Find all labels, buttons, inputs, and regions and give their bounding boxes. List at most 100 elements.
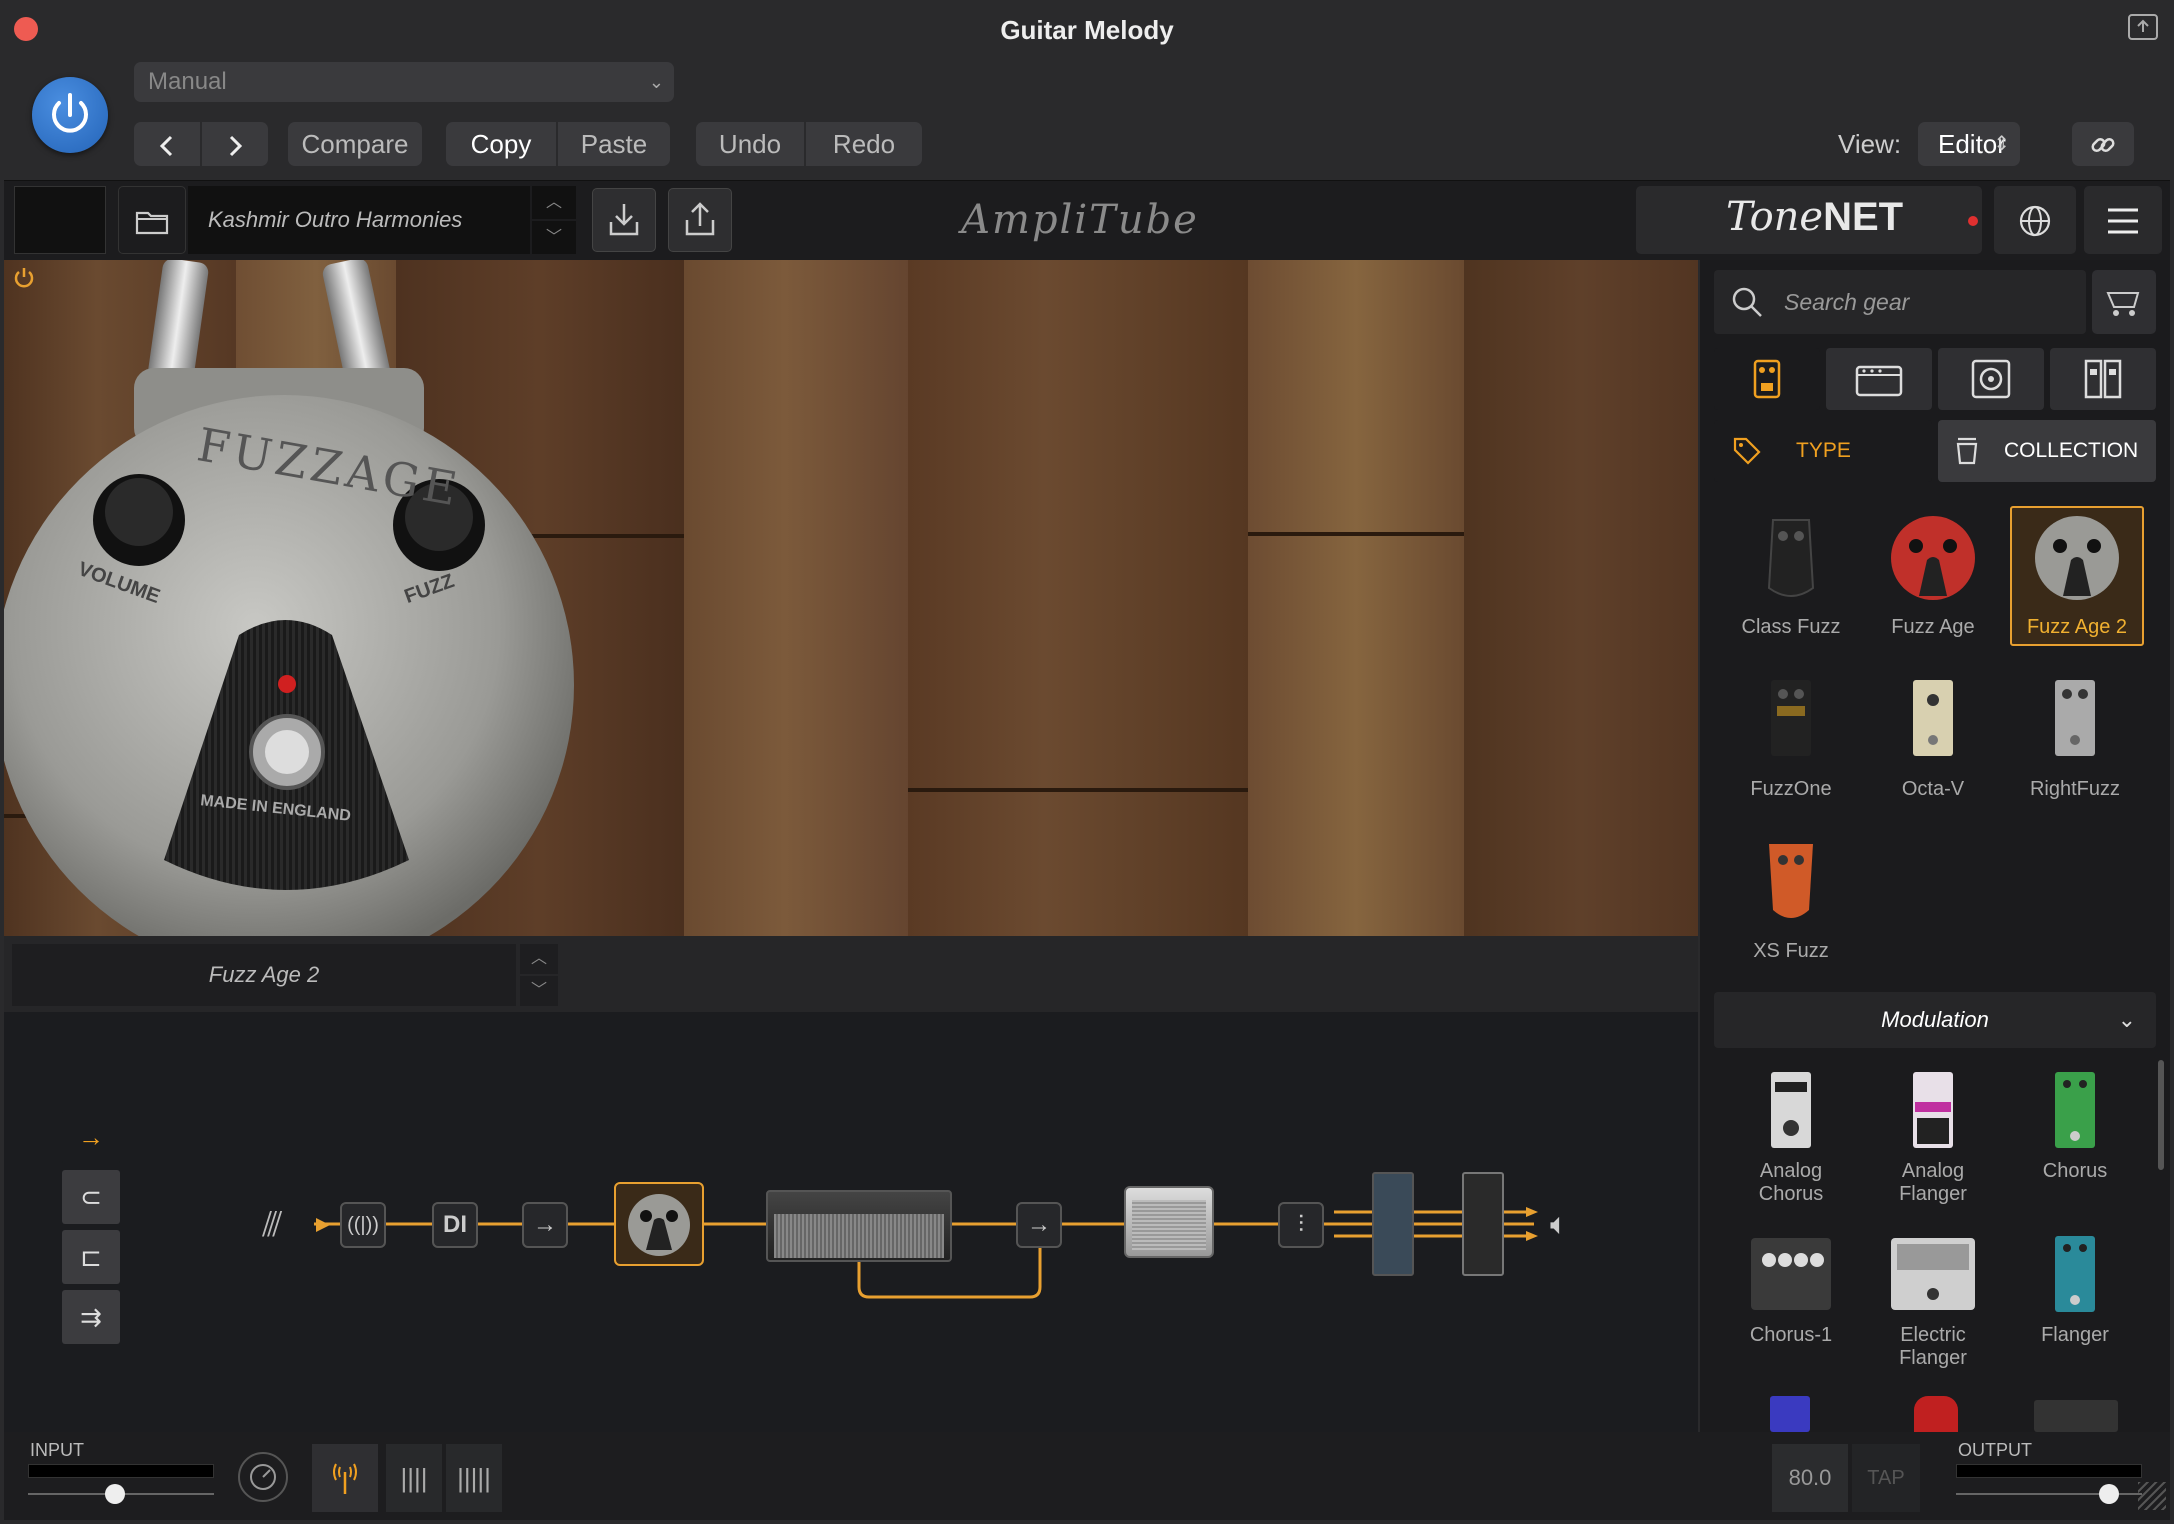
category-tab-amps[interactable] [1826,348,1932,410]
selected-block-prev-button[interactable]: ︿ [520,944,558,974]
input-jack-icon: ⫻ [262,1206,283,1244]
tonenet-button[interactable]: ToneNET [1636,186,1982,254]
gear-item-xs-fuzz[interactable]: XS Fuzz [1724,832,1858,963]
gear-item-rightfuzz[interactable]: RightFuzz [2008,670,2142,801]
di-node[interactable]: DI [432,1202,478,1248]
gear-browser-scrollbar[interactable] [2158,1060,2164,1170]
gear-item-analog-flanger[interactable]: Analog Flanger [1866,1068,2000,1206]
gear-thumbnail [1769,844,1813,918]
previous-preset-button[interactable] [134,122,200,166]
tuner-icon [333,1463,357,1494]
chevron-up-icon: ︿ [545,194,562,211]
category-tab-stomps[interactable] [1714,348,1820,410]
gear-item-analog-chorus[interactable]: Analog Chorus [1724,1068,1858,1206]
tuner-button[interactable] [312,1444,378,1512]
preset-mode-select[interactable]: Manual ⌄ [134,62,674,102]
category-tab-cabs[interactable] [1938,348,2044,410]
pedal-stage: FUZZAGE VOLUME FUZZ MADE IN ENGLAND [4,260,1698,936]
gear-search-field[interactable]: Search gear [1714,270,2086,334]
power-icon [52,93,88,133]
filter-by-collection-button[interactable]: COLLECTION [1938,420,2156,482]
paste-button[interactable]: Paste [558,122,670,166]
language-button[interactable] [1994,186,2076,254]
tuner-node[interactable]: ((|)) [340,1202,386,1248]
cab-slot[interactable] [1124,1186,1214,1258]
cart-icon [2106,292,2140,316]
meter-mode-button-a[interactable]: |||| [386,1444,442,1512]
preset-icon-slot[interactable] [14,186,106,254]
gear-item-chorus[interactable]: Chorus [2008,1068,2142,1183]
gear-item-label-line1: Chorus-1 [1749,1324,1833,1346]
folder-icon [135,211,169,235]
rack-slot-2[interactable] [1462,1172,1504,1276]
open-preset-button[interactable] [118,186,186,254]
gear-item-label-line2: Flanger [1899,1347,1967,1369]
next-preset-button[interactable] [202,122,268,166]
gear-item-label-line1: Chorus [2042,1160,2108,1182]
gear-thumbnail [1771,680,1811,756]
gear-item-fuzz-age-2[interactable]: Fuzz Age 2 [2010,508,2144,639]
gear-item-class-fuzz[interactable]: Class Fuzz [1724,508,1858,639]
window-title: Guitar Melody [1000,15,1174,45]
redo-button[interactable]: Redo [806,122,922,166]
gear-item-chorus-1[interactable]: Chorus-1 [1724,1232,1858,1347]
tap-tempo-button[interactable]: TAP [1852,1444,1920,1512]
gear-item-electric-flanger[interactable]: Electric Flanger [1866,1232,2000,1370]
category-section-modulation[interactable]: Modulation ⌄ [1714,992,2156,1048]
tonenet-status-dot [1968,216,1978,226]
gear-item-partial-1[interactable] [1770,1396,1810,1432]
copy-button[interactable]: Copy [446,122,556,166]
gear-shop-button[interactable] [2092,270,2156,334]
filter-type-label: TYPE [1796,439,1851,462]
preset-down-button[interactable]: ﹀ [532,221,576,254]
stomp-slot-fuzz-age-2[interactable] [614,1182,704,1266]
gear-thumbnail [2055,1236,2095,1312]
save-preset-button[interactable] [592,188,656,252]
meter-mode-button-b[interactable]: ||||| [446,1444,502,1512]
preset-name-field[interactable]: Kashmir Outro Harmonies [188,186,530,254]
metronome-icon [250,1464,276,1490]
gear-item-label-line2: Chorus [1758,1183,1824,1205]
selected-block-next-button[interactable]: ﹀ [520,976,558,1006]
bars-icon: ||||| [457,1463,491,1493]
input-arrow-icon [316,1218,330,1232]
gear-item-fuzz-age[interactable]: Fuzz Age [1866,508,2000,639]
bpm-field[interactable]: 80.0 [1772,1444,1848,1512]
main-menu-button[interactable] [2084,186,2162,254]
preset-mode-value: Manual [148,68,227,95]
input-label: INPUT [30,1440,84,1460]
stomp-slot-empty[interactable]: → [522,1202,568,1248]
noise-gate-button[interactable] [238,1452,288,1502]
view-select[interactable]: Editor ⇕ [1918,122,2020,166]
gear-item-flanger[interactable]: Flanger [2008,1232,2142,1347]
link-icon [2091,137,2115,152]
category-tab-racks[interactable] [2050,348,2156,410]
gear-item-partial-2[interactable] [1914,1396,1958,1432]
resize-grip[interactable] [2138,1482,2166,1510]
share-preset-button[interactable] [668,188,732,252]
plugin-power-button[interactable] [32,77,108,153]
preset-up-button[interactable]: ︿ [532,186,576,219]
gear-item-partial-3[interactable] [2034,1400,2118,1432]
cab-category-icon [1971,359,2011,399]
stage-block-power-button[interactable] [4,260,44,300]
rack-slot-1[interactable] [1372,1172,1414,1276]
amp-slot[interactable] [766,1190,952,1262]
mixer-node[interactable]: ⫶ [1278,1202,1324,1248]
gear-thumbnail [1913,680,1953,756]
compare-button[interactable]: Compare [288,122,422,166]
close-window-button[interactable] [14,17,38,41]
link-button[interactable] [2072,122,2134,166]
undo-button[interactable]: Undo [696,122,804,166]
gear-thumbnail [1767,519,1815,597]
fullscreen-button[interactable] [2128,14,2158,40]
post-amp-slot-empty[interactable]: → [1016,1202,1062,1248]
gear-item-label-line1: Flanger [2041,1324,2109,1346]
output-gain-handle[interactable] [2098,1484,2119,1504]
filter-by-type-button[interactable]: TYPE [1714,420,1932,482]
chevron-right-icon [229,136,243,157]
gear-item-fuzzone[interactable]: FuzzOne [1724,670,1858,801]
gear-item-octa-v[interactable]: Octa-V [1866,670,2000,801]
collection-icon [1956,437,1978,465]
gear-thumbnail [1751,1238,1831,1310]
